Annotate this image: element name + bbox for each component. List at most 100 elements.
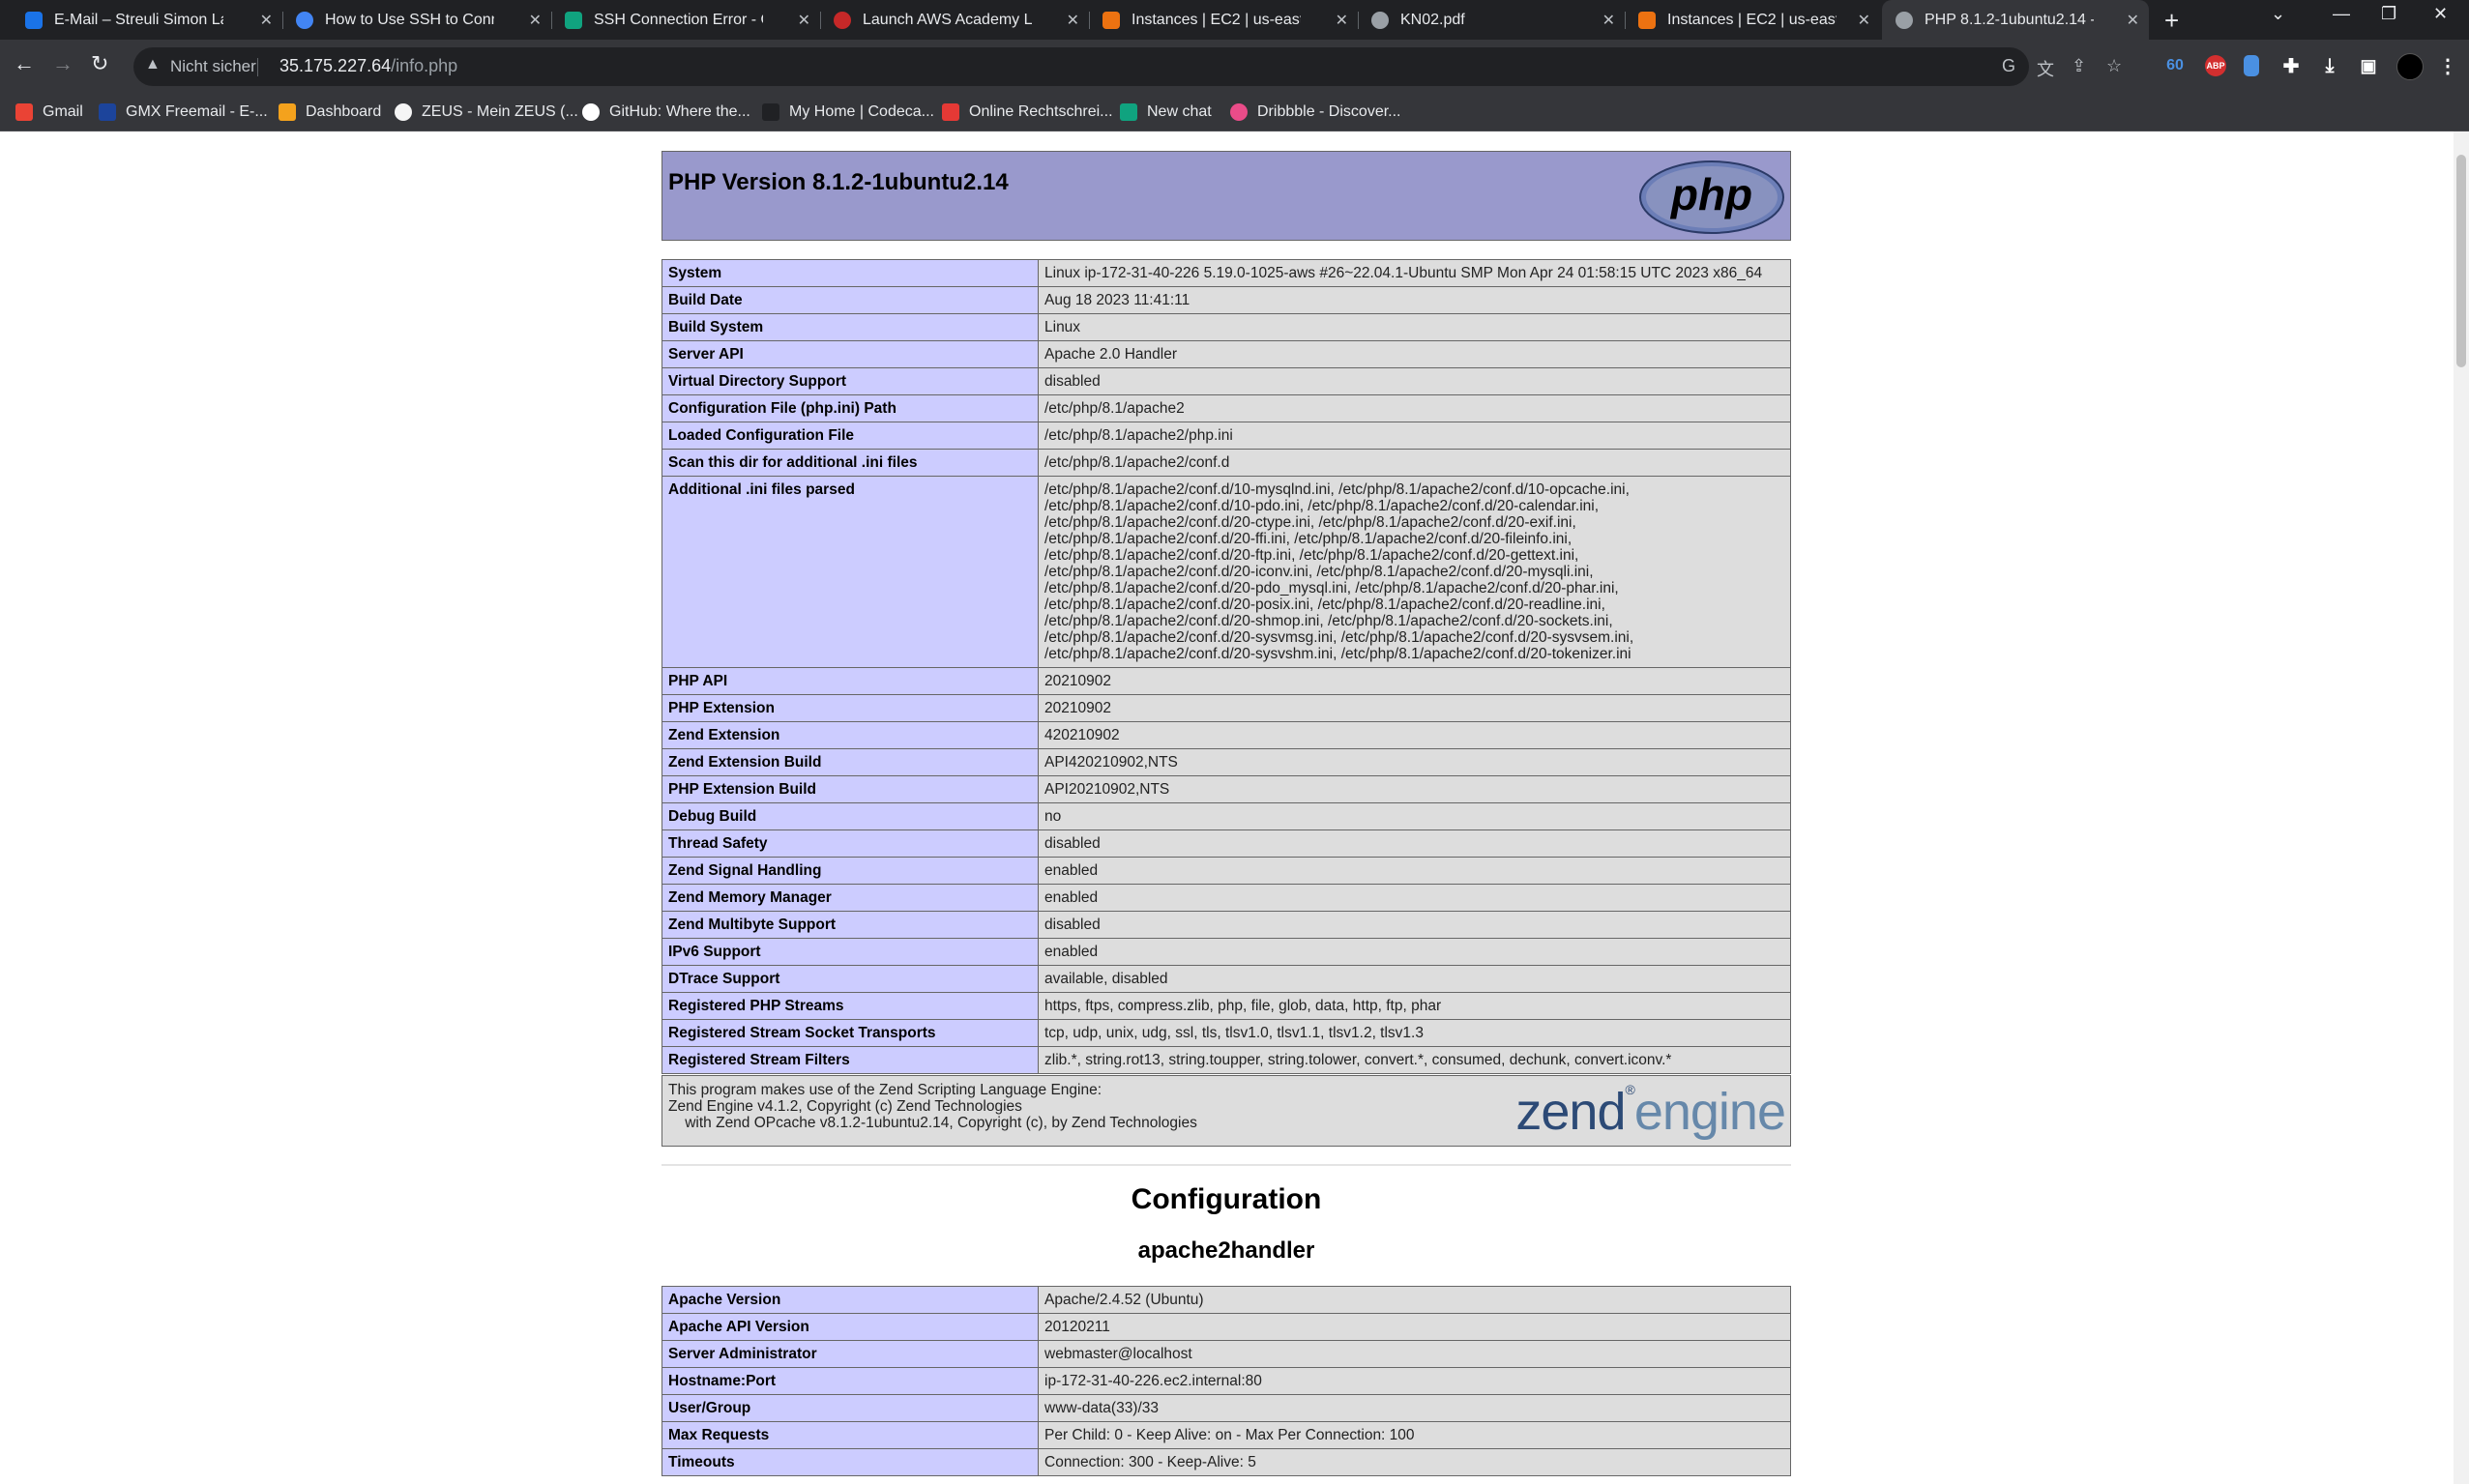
bookmark-zeus[interactable]: ZEUS - Mein ZEUS (... [395,100,578,125]
tab-ssh-howto[interactable]: How to Use SSH to Connect to ✕ [282,6,551,34]
bookmark-rechtschreibung[interactable]: Online Rechtschrei... [942,100,1113,125]
translate-icon[interactable]: 文 [2037,56,2054,81]
bookmark-star-icon[interactable]: ☆ [2106,56,2122,76]
side-panel-icon[interactable]: ▣ [2358,55,2379,76]
share-icon[interactable]: ⇪ [2072,56,2086,76]
table-row: Zend Signal Handling enabled [661,857,1791,885]
row-key: Server API [661,340,1039,368]
gmail-icon [15,103,33,121]
close-icon[interactable]: ✕ [1602,11,1615,30]
row-key: IPv6 Support [661,938,1039,966]
php-info-table: System Linux ip-172-31-40-226 5.19.0-1025… [661,259,1791,1074]
row-key: Apache Version [661,1286,1039,1314]
globe-icon [1896,11,1913,29]
tab-ec2-instances-2[interactable]: Instances | EC2 | us-east-1 ✕ [1625,6,1880,34]
download-icon[interactable]: ⤓ [2319,55,2340,76]
row-key: Thread Safety [661,829,1039,858]
table-row: Zend Extension Build API420210902,NTS [661,748,1791,776]
bookmark-new-chat[interactable]: New chat [1120,100,1212,125]
row-value: disabled [1038,829,1791,858]
chatgpt-icon [565,11,582,29]
table-row: Thread Safety disabled [661,829,1791,858]
row-key: Build System [661,313,1039,341]
new-tab-button[interactable]: + [2164,6,2179,36]
close-icon[interactable]: ✕ [1336,11,1348,30]
tab-email[interactable]: E-Mail – Streuli Simon Laurent ✕ [12,6,282,34]
php-logo-icon[interactable]: php [1638,160,1785,235]
url-path: /info.php [391,56,458,75]
row-value: 20120211 [1038,1313,1791,1341]
tab-search-icon[interactable]: ⌄ [2271,4,2285,24]
extension-60-icon[interactable]: 60 [2164,55,2186,76]
bookmark-github[interactable]: GitHub: Where the... [582,100,750,125]
table-row: DTrace Support available, disabled [661,965,1791,993]
row-value: API20210902,NTS [1038,775,1791,803]
scrollbar-thumb[interactable] [2456,155,2466,367]
php-logo-text: php [1669,169,1752,219]
google-lens-icon[interactable]: G [2002,56,2015,76]
row-key: Registered Stream Filters [661,1046,1039,1074]
row-key: Zend Memory Manager [661,884,1039,912]
table-row: Timeouts Connection: 300 - Keep-Alive: 5 [661,1448,1791,1476]
extensions-puzzle-icon[interactable]: ✚ [2280,55,2302,77]
reload-icon[interactable]: ↻ [91,51,108,76]
table-row: Server Administrator webmaster@localhost [661,1340,1791,1368]
close-icon[interactable]: ✕ [529,11,542,30]
forward-icon[interactable]: → [52,51,73,76]
tab-kn02-pdf[interactable]: KN02.pdf ✕ [1358,6,1625,34]
php-version-header: PHP Version 8.1.2-1ubuntu2.14 php [661,151,1791,241]
table-row: User/Group www-data(33)/33 [661,1394,1791,1422]
warning-icon[interactable]: ▲ [145,56,161,73]
row-key: Zend Signal Handling [661,857,1039,885]
more-menu-icon[interactable]: ⋮ [2437,55,2458,77]
row-key: Additional .ini files parsed [661,476,1039,668]
address-bar[interactable]: ▲ Nicht sicher 35.175.227.64/info.php G … [133,47,2122,86]
close-icon[interactable]: ✕ [1067,11,1079,30]
row-value: www-data(33)/33 [1038,1394,1791,1422]
aws-icon [1638,11,1656,29]
table-row: Build System Linux [661,313,1791,341]
url-text[interactable]: 35.175.227.64/info.php [279,56,457,76]
row-value: disabled [1038,911,1791,939]
row-value: ip-172-31-40-226.ec2.internal:80 [1038,1367,1791,1395]
close-icon[interactable]: ✕ [798,11,810,30]
page-content: PHP Version 8.1.2-1ubuntu2.14 php System… [0,131,2469,1484]
minimize-button[interactable]: — [2333,4,2350,24]
bookmark-gmail[interactable]: Gmail [15,100,83,125]
bookmark-dribbble[interactable]: Dribbble - Discover... [1230,100,1401,125]
tab-chatgpt[interactable]: SSH Connection Error - Options ✕ [551,6,820,34]
bookmark-codecademy[interactable]: My Home | Codeca... [762,100,934,125]
adblock-plus-icon[interactable]: ABP [2205,55,2226,76]
profile-avatar[interactable] [2396,53,2424,80]
scrollbar[interactable] [2454,131,2469,1484]
row-value: Per Child: 0 - Keep Alive: on - Max Per … [1038,1421,1791,1449]
security-label[interactable]: Nicht sicher [170,57,256,76]
tab-title: How to Use SSH to Connect to [325,11,494,28]
table-row: IPv6 Support enabled [661,938,1791,966]
close-icon[interactable]: ✕ [2127,11,2139,30]
tab-title: SSH Connection Error - Options [594,11,763,28]
table-row: PHP Extension 20210902 [661,694,1791,722]
maximize-button[interactable]: ❐ [2381,4,2396,24]
bookmark-gmx[interactable]: GMX Freemail - E-... [99,100,268,125]
table-row: Registered Stream Socket Transports tcp, … [661,1019,1791,1047]
close-icon[interactable]: ✕ [260,11,273,30]
tab-aws-academy[interactable]: Launch AWS Academy Learner ✕ [820,6,1089,34]
zend-engine-logo[interactable]: zend®engine [1515,1082,1786,1142]
close-icon[interactable]: ✕ [1858,11,1870,30]
close-window-button[interactable]: ✕ [2433,4,2448,24]
zeus-icon [395,103,412,121]
back-icon[interactable]: ← [14,51,35,76]
row-key: Virtual Directory Support [661,367,1039,395]
bookmark-dashboard[interactable]: Dashboard [279,100,381,125]
tab-phpinfo[interactable]: PHP 8.1.2-1ubuntu2.14 - phpinfo ✕ [1882,0,2149,40]
tab-title: Instances | EC2 | us-east-1 [1667,11,1837,28]
table-row: Registered Stream Filters zlib.*, string.… [661,1046,1791,1074]
tab-ec2-instances[interactable]: Instances | EC2 | us-east-1 ✕ [1089,6,1358,34]
row-key: PHP API [661,667,1039,695]
zend-engine-box: This program makes use of the Zend Scrip… [661,1075,1791,1147]
row-value: 20210902 [1038,694,1791,722]
row-value: 20210902 [1038,667,1791,695]
extension-blue-icon[interactable] [2244,55,2259,76]
row-key: Server Administrator [661,1340,1039,1368]
